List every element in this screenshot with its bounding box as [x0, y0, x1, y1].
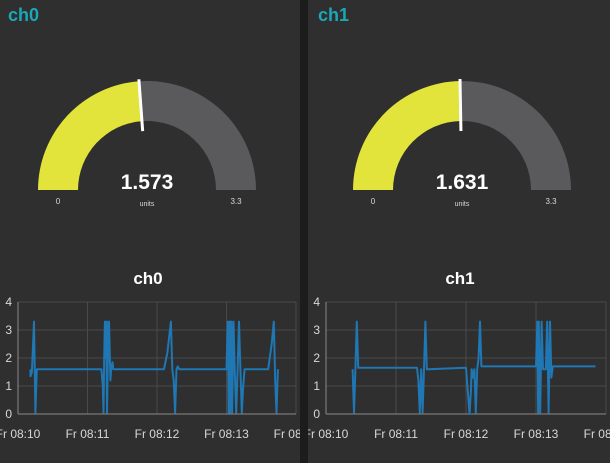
panel-ch0: ch0 1.573 units 0 3.3 ch0 0 1 2 3 4 Fr 08:10 F… — [0, 0, 300, 463]
x-tick-label: Fr 08:10 — [308, 427, 349, 441]
chart-title: ch0 — [133, 269, 162, 288]
line-chart: 0 1 2 3 4 Fr 08:10 Fr 08:11 Fr 08:12 Fr 08:13 Fr … — [308, 295, 610, 441]
x-tick-label: Fr 08:13 — [204, 427, 249, 441]
gauge-units: units — [140, 201, 155, 208]
gauge-min-label: 0 — [371, 197, 376, 206]
gauge-widget: 1.631 units 0 3.3 — [353, 78, 571, 208]
gauge-units: units — [455, 201, 470, 208]
series-line — [351, 320, 596, 415]
gauge-max-label: 3.3 — [545, 197, 557, 206]
gauge-max-label: 3.3 — [230, 197, 242, 206]
gauge-min-label: 0 — [56, 197, 61, 206]
y-tick-label: 2 — [5, 351, 12, 365]
y-tick-label: 4 — [5, 295, 12, 309]
gauge-value: 1.573 — [121, 171, 174, 194]
x-tick-label: Fr 08:11 — [374, 427, 418, 441]
gauge-value: 1.631 — [436, 171, 489, 194]
line-chart: 0 1 2 3 4 Fr 08:10 Fr 08:11 Fr 08:12 Fr 08:13 Fr … — [0, 295, 300, 441]
x-tick-label: Fr 08:13 — [514, 427, 559, 441]
gauge-needle — [458, 78, 463, 132]
chart-grid — [325, 301, 607, 415]
y-tick-label: 1 — [313, 379, 320, 393]
gauge-widget: 1.573 units 0 3.3 — [38, 79, 256, 208]
x-tick-label: Fr 08:10 — [0, 427, 41, 441]
y-tick-label: 0 — [5, 407, 12, 421]
y-tick-label: 2 — [313, 351, 320, 365]
chart-title: ch1 — [445, 269, 474, 288]
chart-grid — [17, 301, 297, 415]
x-tick-label: Fr 08:11 — [66, 427, 110, 441]
y-tick-label: 1 — [5, 379, 12, 393]
panel-graphics: 1.573 units 0 3.3 ch0 0 1 2 3 4 Fr 08:10 Fr 08… — [0, 79, 300, 441]
x-tick-label: Fr 08:14 — [274, 427, 300, 441]
y-tick-label: 0 — [313, 407, 320, 421]
x-tick-label: Fr 08:12 — [444, 427, 489, 441]
series-line — [29, 320, 279, 414]
panel-ch1: ch1 1.631 units 0 3.3 ch1 0 1 2 3 4 Fr 08:10 F… — [308, 0, 610, 463]
x-tick-label: Fr 08:14 — [584, 427, 610, 441]
y-tick-label: 3 — [313, 323, 320, 337]
y-tick-label: 4 — [313, 295, 320, 309]
y-tick-label: 3 — [5, 323, 12, 337]
x-tick-label: Fr 08:12 — [135, 427, 180, 441]
panel-graphics: 1.631 units 0 3.3 ch1 0 1 2 3 4 Fr 08:10 Fr 08… — [308, 78, 610, 441]
